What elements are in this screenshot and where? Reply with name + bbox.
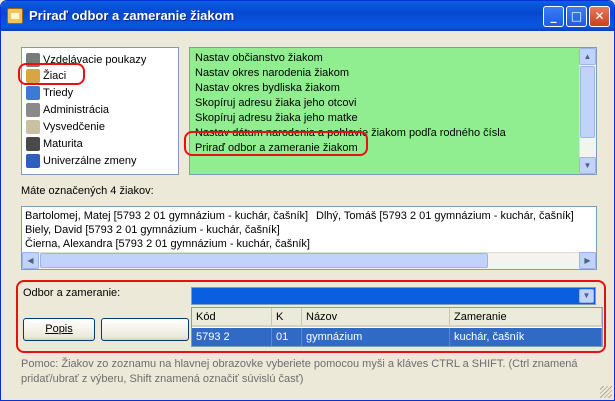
table-cell[interactable]: 01 <box>272 328 302 346</box>
app-icon <box>7 8 23 24</box>
action-item[interactable]: Skopíruj adresu žiaka jeho otcovi <box>195 96 356 111</box>
maturita-icon <box>26 137 40 151</box>
tree-item-label: Administrácia <box>43 104 110 116</box>
ziaci-highlight <box>18 63 85 85</box>
ok-button[interactable] <box>101 318 189 341</box>
column-header-zameranie[interactable]: Zameranie <box>450 308 602 327</box>
dialog-window: Priraď odbor a zameranie žiakom _ □ ✕ Vz… <box>0 0 615 401</box>
maximize-button[interactable]: □ <box>566 6 587 27</box>
close-button[interactable]: ✕ <box>589 6 610 27</box>
tree-item-label: Triedy <box>43 87 74 99</box>
universal-changes-icon <box>26 154 40 168</box>
minimize-button[interactable]: _ <box>543 6 564 27</box>
list-item[interactable]: Čierna, Alexandra [5793 2 01 gymnázium -… <box>25 238 310 250</box>
popis-button-label: Popis <box>45 323 73 335</box>
title-bar[interactable]: Priraď odbor a zameranie žiakom _ □ ✕ <box>1 1 614 31</box>
scroll-thumb[interactable] <box>40 253 488 268</box>
column-header-kod[interactable]: Kód <box>192 308 272 327</box>
scroll-left-icon[interactable]: ◀ <box>22 252 39 269</box>
action-item[interactable]: Skopíruj adresu žiaka jeho matke <box>195 111 358 126</box>
action-item[interactable]: Nastav okres bydliska žiakom <box>195 81 340 96</box>
window-title: Priraď odbor a zameranie žiakom <box>29 8 235 23</box>
administration-icon <box>26 103 40 117</box>
list-item[interactable]: Dlhý, Tomáš [5793 2 01 gymnázium - kuchá… <box>316 210 574 222</box>
selection-summary: Máte označených 4 žiakov: <box>21 185 154 197</box>
field-label: Odbor a zameranie: <box>23 287 121 299</box>
selected-students-list[interactable]: Bartolomej, Matej [5793 2 01 gymnázium -… <box>21 206 597 270</box>
list-item[interactable]: Bartolomej, Matej [5793 2 01 gymnázium -… <box>25 210 308 222</box>
chevron-down-icon[interactable]: ▼ <box>579 289 594 303</box>
report-card-icon <box>26 120 40 134</box>
tree-item-univerzalne-zmeny[interactable]: Univerzálne zmeny <box>26 153 137 169</box>
tree-item-maturita[interactable]: Maturita <box>26 136 83 152</box>
actions-scrollbar[interactable]: ▲ ▼ <box>579 48 596 174</box>
list-item[interactable]: Biely, David [5793 2 01 gymnázium - kuch… <box>25 224 280 236</box>
tree-item-label: Vysvedčenie <box>43 121 105 133</box>
table-cell[interactable]: 5793 2 <box>192 328 272 346</box>
action-item[interactable]: Nastav občianstvo žiakom <box>195 51 323 66</box>
odbor-combobox[interactable]: ▼ <box>191 287 596 305</box>
scroll-up-icon[interactable]: ▲ <box>579 48 596 65</box>
scroll-thumb[interactable] <box>580 66 595 138</box>
resize-grip[interactable] <box>600 386 612 398</box>
popis-button[interactable]: Popis <box>23 318 95 341</box>
odbor-dropdown-grid[interactable]: Kód K Názov Zameranie 5793 2 01 gymnáziu… <box>191 307 603 347</box>
tree-item-vysvedcenie[interactable]: Vysvedčenie <box>26 119 105 135</box>
action-item[interactable]: Nastav okres narodenia žiakom <box>195 66 349 81</box>
table-cell[interactable]: kuchár, čašník <box>450 328 602 346</box>
column-header-k[interactable]: K <box>272 308 302 327</box>
tree-item-label: Univerzálne zmeny <box>43 155 137 167</box>
students-scrollbar[interactable]: ◀ ▶ <box>22 252 596 269</box>
scroll-down-icon[interactable]: ▼ <box>579 157 596 174</box>
table-cell[interactable]: gymnázium <box>302 328 450 346</box>
classes-icon <box>26 86 40 100</box>
column-header-nazov[interactable]: Názov <box>302 308 450 327</box>
tree-item-administracia[interactable]: Administrácia <box>26 102 109 118</box>
help-text: Pomoc: Žiakov zo zoznamu na hlavnej obra… <box>21 358 578 385</box>
tree-item-label: Maturita <box>43 138 83 150</box>
action-highlight <box>184 131 368 156</box>
scroll-right-icon[interactable]: ▶ <box>579 252 596 269</box>
tree-item-triedy[interactable]: Triedy <box>26 85 73 101</box>
